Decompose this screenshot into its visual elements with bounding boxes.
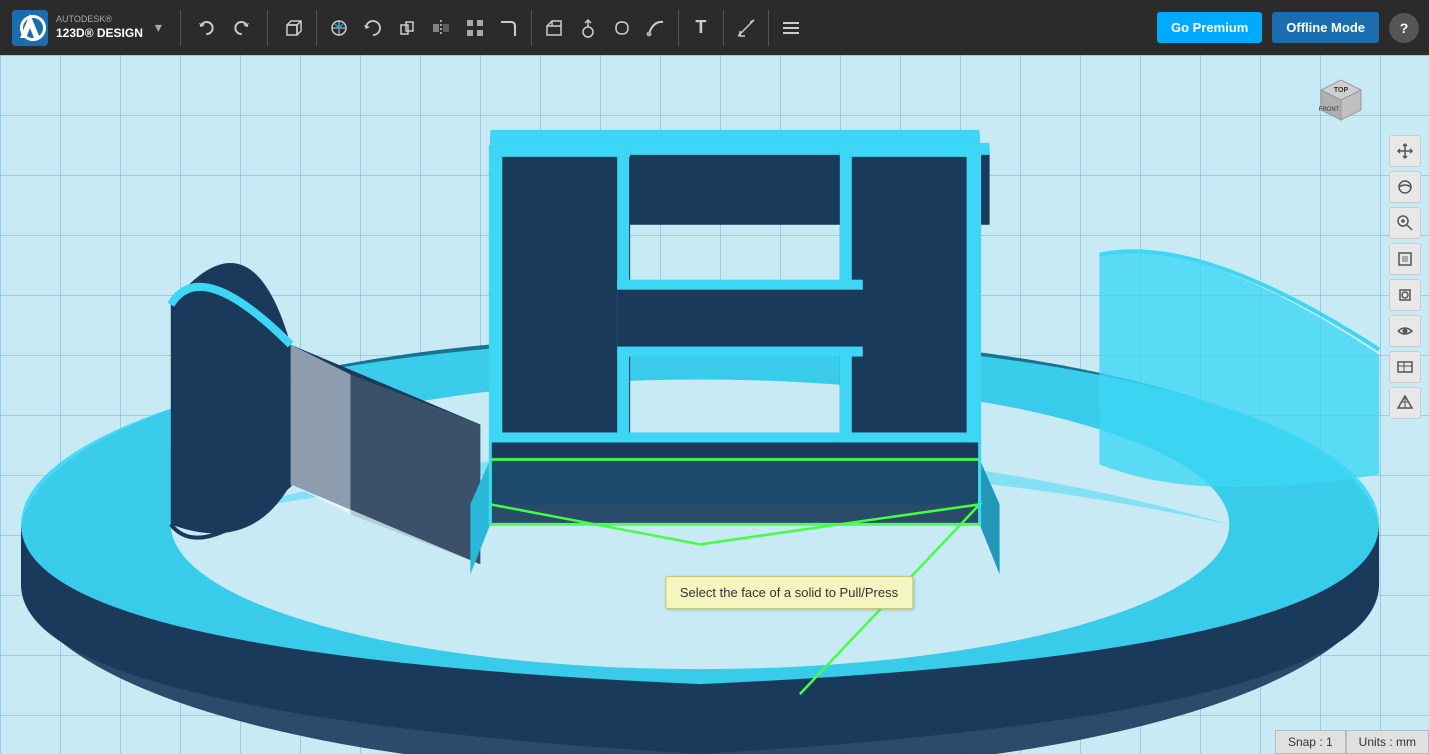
view-cube[interactable]: TOP FRONT <box>1306 65 1374 133</box>
fit-view-icon <box>1396 250 1414 268</box>
sketch-icon <box>544 18 564 38</box>
perspective-button[interactable] <box>1389 279 1421 311</box>
smart-scale-tool[interactable] <box>323 12 355 44</box>
pattern-icon <box>465 18 485 38</box>
units-status: Units : mm <box>1346 730 1429 754</box>
offline-mode-label: Offline Mode <box>1286 20 1365 35</box>
primitives-icon <box>284 18 304 38</box>
pull-press-tooltip: Select the face of a solid to Pull/Press <box>665 576 913 609</box>
toolbar-divider-3 <box>316 10 317 46</box>
layers-tool[interactable] <box>775 12 807 44</box>
primitives-tool[interactable] <box>278 12 310 44</box>
view-cube-svg[interactable]: TOP FRONT <box>1306 65 1376 135</box>
render-mode-icon <box>1396 358 1414 376</box>
text-tool-icon: T <box>695 17 706 38</box>
undo-button[interactable] <box>191 12 223 44</box>
3d-scene <box>0 55 1429 754</box>
sweep-icon <box>646 18 666 38</box>
zoom-button[interactable] <box>1389 207 1421 239</box>
pattern-tool[interactable] <box>459 12 491 44</box>
fillet-icon <box>499 18 519 38</box>
render-mode-button[interactable] <box>1389 351 1421 383</box>
text-tool[interactable]: T <box>685 12 717 44</box>
revolve-tool[interactable] <box>606 12 638 44</box>
toolbar-divider-5 <box>678 10 679 46</box>
app-product: 123D® DESIGN <box>56 26 143 42</box>
layers-icon <box>781 18 801 38</box>
app-name-text: AUTODESK® 123D® DESIGN <box>56 14 143 41</box>
3d-viewport[interactable]: Select the face of a solid to Pull/Press… <box>0 55 1429 754</box>
orbit-icon <box>1396 178 1414 196</box>
help-button[interactable]: ? <box>1389 13 1419 43</box>
smart-scale-icon <box>329 18 349 38</box>
perspective-icon <box>1396 286 1414 304</box>
extrude-icon <box>578 18 598 38</box>
redo-button[interactable] <box>225 12 257 44</box>
fit-view-button[interactable] <box>1389 243 1421 275</box>
redo-icon <box>231 18 251 38</box>
eye-icon <box>1396 322 1414 340</box>
svg-text:TOP: TOP <box>1334 87 1349 94</box>
eye-button[interactable] <box>1389 315 1421 347</box>
main-toolbar: AUTODESK® 123D® DESIGN ▾ <box>0 0 1429 55</box>
tooltip-text: Select the face of a solid to Pull/Press <box>680 585 898 600</box>
sweep-tool[interactable] <box>640 12 672 44</box>
toolbar-divider-7 <box>768 10 769 46</box>
orbit-button[interactable] <box>1389 171 1421 203</box>
app-dropdown-arrow[interactable]: ▾ <box>155 19 162 36</box>
zoom-icon <box>1396 214 1414 232</box>
snap-status: Snap : 1 <box>1275 730 1346 754</box>
move-tool[interactable] <box>391 12 423 44</box>
pan-zoom-button[interactable] <box>1389 135 1421 167</box>
measure-icon <box>736 18 756 38</box>
app-logo-icon <box>12 10 48 46</box>
mirror-tool[interactable] <box>425 12 457 44</box>
toolbar-divider-2 <box>267 10 268 46</box>
toolbar-tools: T <box>274 10 1157 46</box>
logo-area[interactable]: AUTODESK® 123D® DESIGN ▾ <box>0 10 174 46</box>
rotate-icon <box>363 18 383 38</box>
material-icon <box>1396 394 1414 412</box>
move-icon <box>397 18 417 38</box>
status-bar: Snap : 1 Units : mm <box>1275 730 1429 754</box>
toolbar-divider-4 <box>531 10 532 46</box>
header-right: Go Premium Offline Mode ? <box>1157 12 1429 43</box>
extrude-tool[interactable] <box>572 12 604 44</box>
toolbar-divider-1 <box>180 10 181 46</box>
measure-tool[interactable] <box>730 12 762 44</box>
mirror-icon <box>431 18 451 38</box>
pan-zoom-icon <box>1396 142 1414 160</box>
toolbar-divider-6 <box>723 10 724 46</box>
rotate-tool[interactable] <box>357 12 389 44</box>
sketch-tool[interactable] <box>538 12 570 44</box>
autodesk-logo-svg <box>12 10 48 46</box>
undo-icon <box>197 18 217 38</box>
right-panel <box>1389 135 1421 419</box>
material-button[interactable] <box>1389 387 1421 419</box>
go-premium-button[interactable]: Go Premium <box>1157 12 1262 43</box>
toolbar-undo-redo <box>187 12 261 44</box>
app-brand: AUTODESK® <box>56 14 143 26</box>
revolve-icon <box>612 18 632 38</box>
offline-mode-button[interactable]: Offline Mode <box>1272 12 1379 43</box>
svg-text:FRONT: FRONT <box>1319 107 1340 113</box>
fillet-tool[interactable] <box>493 12 525 44</box>
